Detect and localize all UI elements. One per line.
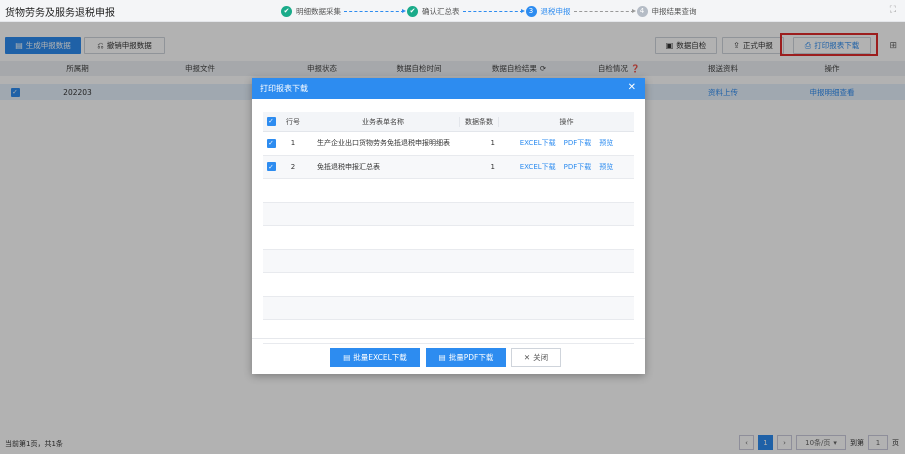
empty-row xyxy=(263,202,634,226)
preview-link[interactable]: 预览 xyxy=(599,162,613,172)
row-checkbox[interactable]: ✓ xyxy=(266,138,276,148)
step-3: 3 退税申报 xyxy=(525,5,571,17)
page-title: 货物劳务及服务退税申报 xyxy=(5,8,115,19)
dialog-header: 打印报表下载 ✕ xyxy=(252,78,645,99)
step-1-label: 明细数据采集 xyxy=(296,6,341,16)
step-1: ✔ 明细数据采集 xyxy=(281,5,341,17)
form-name-header: 业务表单名称 xyxy=(362,117,404,126)
close-button-label: 关闭 xyxy=(533,353,549,362)
step-connector xyxy=(344,8,406,13)
check-icon: ✔ xyxy=(281,5,292,17)
step-2-label: 确认汇总表 xyxy=(422,6,460,16)
page-header: 货物劳务及服务退税申报 ✔ 明细数据采集 ✔ 确认汇总表 3 退税申报 4 申报… xyxy=(0,0,905,22)
row-number-header: 行号 xyxy=(286,117,300,126)
check-icon: ✔ xyxy=(407,5,418,17)
record-count: 1 xyxy=(490,139,495,148)
print-download-dialog: 打印报表下载 ✕ ✓ 行号 业务表单名称 数据条数 操作 ✓ 1 生产企业出口货… xyxy=(252,78,645,374)
dialog-footer: ▤ 批量EXCEL下载 ▤ 批量PDF下载 ✕ 关闭 xyxy=(252,338,645,374)
pdf-download-link[interactable]: PDF下载 xyxy=(564,162,592,172)
batch-pdf-download-button[interactable]: ▤ 批量PDF下载 xyxy=(426,348,506,367)
row-operations: EXCEL下载 PDF下载 预览 xyxy=(499,138,634,148)
preview-link[interactable]: 预览 xyxy=(599,138,613,148)
step-3-label: 退税申报 xyxy=(540,6,571,16)
pdf-download-link[interactable]: PDF下载 xyxy=(564,138,592,148)
close-icon: ✕ xyxy=(523,353,531,362)
batch-pdf-download-label: 批量PDF下载 xyxy=(448,353,494,362)
step-connector xyxy=(573,8,636,13)
row-checkbox[interactable]: ✓ xyxy=(266,162,276,172)
close-button[interactable]: ✕ 关闭 xyxy=(511,348,561,367)
operations-header: 操作 xyxy=(559,117,574,126)
row-checkbox-cell: ✓ xyxy=(263,162,279,172)
report-table: ✓ 行号 业务表单名称 数据条数 操作 ✓ 1 生产企业出口货物劳务免抵退税申报… xyxy=(263,112,634,344)
step-4: 4 申报结果查询 xyxy=(636,5,697,17)
close-icon[interactable]: ✕ xyxy=(628,82,636,93)
empty-row xyxy=(263,273,634,297)
row-number: 2 xyxy=(290,162,296,171)
select-all-checkbox[interactable]: ✓ xyxy=(266,117,276,126)
form-name: 生产企业出口货物劳务免抵退税申报明细表 xyxy=(317,139,450,148)
batch-excel-download-label: 批量EXCEL下载 xyxy=(353,353,407,362)
form-name: 免抵退税申报汇总表 xyxy=(317,162,380,171)
document-icon: ▤ xyxy=(438,353,446,362)
step-4-number: 4 xyxy=(636,5,648,17)
row-number: 1 xyxy=(290,139,296,148)
step-2: ✔ 确认汇总表 xyxy=(407,5,460,17)
row-operations: EXCEL下载 PDF下载 预览 xyxy=(499,162,634,172)
empty-row xyxy=(263,226,634,250)
document-icon: ▤ xyxy=(343,353,351,362)
record-count: 1 xyxy=(490,162,495,171)
dialog-title: 打印报表下载 xyxy=(260,84,308,93)
record-count-header: 数据条数 xyxy=(459,116,499,127)
excel-download-link[interactable]: EXCEL下载 xyxy=(520,162,556,172)
report-table-header: ✓ 行号 业务表单名称 数据条数 操作 xyxy=(263,112,634,132)
step-3-number: 3 xyxy=(525,5,537,17)
empty-row xyxy=(263,249,634,273)
step-indicator: ✔ 明细数据采集 ✔ 确认汇总表 3 退税申报 4 申报结果查询 xyxy=(281,4,697,18)
fullscreen-icon[interactable]: ⛶ xyxy=(890,5,896,15)
empty-row xyxy=(263,296,634,320)
row-checkbox-cell: ✓ xyxy=(263,138,279,148)
empty-row xyxy=(263,179,634,203)
step-connector xyxy=(462,8,525,13)
step-4-label: 申报结果查询 xyxy=(651,6,697,16)
select-all-cell: ✓ xyxy=(263,117,279,126)
batch-excel-download-button[interactable]: ▤ 批量EXCEL下载 xyxy=(330,348,420,367)
excel-download-link[interactable]: EXCEL下载 xyxy=(520,138,556,148)
table-row: ✓ 2 免抵退税申报汇总表 1 EXCEL下载 PDF下载 预览 xyxy=(263,155,634,179)
table-row: ✓ 1 生产企业出口货物劳务免抵退税申报明细表 1 EXCEL下载 PDF下载 … xyxy=(263,132,634,156)
